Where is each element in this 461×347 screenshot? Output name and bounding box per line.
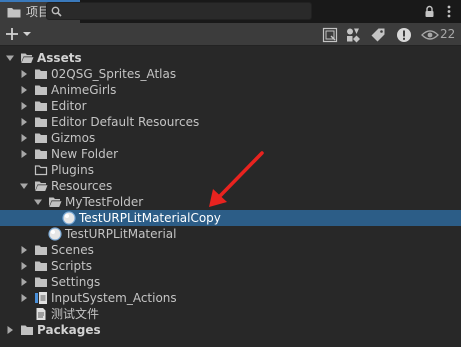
toolbar [0, 23, 461, 46]
collapsed-arrow-icon[interactable] [20, 246, 28, 254]
tree-item-label: Resources [51, 179, 113, 193]
tree-item-label: TestURPLitMaterialCopy [79, 211, 221, 225]
folder-icon [35, 277, 47, 287]
project-window: 项目 22 Assets 02QSG_Sprites_Atlas AnimeGi… [0, 0, 461, 347]
tree-item-label: Editor Default Resources [51, 115, 200, 129]
collapsed-arrow-icon[interactable] [20, 262, 28, 270]
tree-item[interactable]: Gizmos [0, 130, 461, 146]
tree-item-label: TestURPLitMaterial [65, 227, 177, 241]
collapsed-arrow-icon[interactable] [20, 294, 28, 302]
folder-icon [35, 149, 47, 159]
tree-item-label: InputSystem_Actions [51, 291, 177, 305]
collapsed-arrow-icon[interactable] [20, 150, 28, 158]
folder-icon [35, 261, 47, 271]
warning-icon[interactable] [394, 26, 414, 43]
tree-item[interactable]: Editor [0, 98, 461, 114]
folder-icon [35, 69, 47, 79]
material-icon [48, 227, 62, 241]
tree-item-label: Settings [51, 275, 101, 289]
collapsed-arrow-icon[interactable] [20, 70, 28, 78]
search-input[interactable] [46, 2, 312, 20]
tree-item[interactable]: 测试文件 [0, 306, 461, 322]
tree-item-label: 02QSG_Sprites_Atlas [51, 67, 177, 81]
project-tree: Assets 02QSG_Sprites_Atlas AnimeGirls Edito… [0, 46, 461, 347]
search-by-type-icon[interactable] [320, 26, 340, 43]
search-icon [51, 6, 62, 17]
folder-icon [35, 85, 47, 95]
tree-item-label: MyTestFolder [65, 195, 144, 209]
tree-item[interactable]: Editor Default Resources [0, 114, 461, 130]
tree-item-label: New Folder [51, 147, 119, 161]
tree-item[interactable]: Resources [0, 178, 461, 194]
folder-icon [7, 8, 21, 18]
tree-item[interactable]: Plugins [0, 162, 461, 178]
collapsed-arrow-icon[interactable] [20, 278, 28, 286]
collapsed-arrow-icon[interactable] [20, 102, 28, 110]
expanded-arrow-icon[interactable] [34, 198, 42, 206]
eye-icon[interactable] [420, 26, 440, 43]
tree-item-label: AnimeGirls [51, 83, 117, 97]
text-file-icon [36, 308, 46, 320]
hidden-count: 22 [440, 27, 456, 41]
tree-item[interactable]: InputSystem_Actions [0, 290, 461, 306]
tree-item[interactable]: Scenes [0, 242, 461, 258]
tree-item[interactable]: Scripts [0, 258, 461, 274]
tree-item[interactable]: AnimeGirls [0, 82, 461, 98]
tree-item[interactable]: TestURPLitMaterial [0, 226, 461, 242]
kebab-menu-icon[interactable] [442, 3, 456, 19]
folder-icon [21, 325, 33, 335]
tag-icon[interactable] [368, 26, 388, 43]
folder-icon [35, 117, 47, 127]
tree-item[interactable]: Settings [0, 274, 461, 290]
collapsed-arrow-icon[interactable] [20, 118, 28, 126]
folder-open-icon [21, 53, 34, 63]
folder-icon [35, 133, 47, 143]
tree-item-label: Scripts [51, 259, 93, 273]
tree-item-label: Assets [37, 51, 82, 65]
expanded-arrow-icon[interactable] [20, 182, 28, 190]
tree-item[interactable]: Assets [0, 50, 461, 66]
filter-type-icon[interactable] [343, 26, 363, 43]
tree-item[interactable]: Packages [0, 322, 461, 338]
tree-item[interactable]: MyTestFolder [0, 194, 461, 210]
material-icon [62, 211, 76, 225]
folder-open-icon [49, 197, 62, 207]
folder-icon [35, 245, 47, 255]
tree-item-label: Gizmos [51, 131, 96, 145]
tree-item-label: 测试文件 [51, 307, 100, 321]
folder-open-icon [35, 181, 48, 191]
tree-item[interactable]: New Folder [0, 146, 461, 162]
tree-item-label: Editor [51, 99, 87, 113]
folder-icon [35, 101, 47, 111]
collapsed-arrow-icon[interactable] [6, 326, 14, 334]
lock-icon[interactable] [422, 3, 436, 19]
tree-item-label: Plugins [51, 163, 94, 177]
add-button[interactable] [4, 25, 34, 43]
tree-item[interactable]: 02QSG_Sprites_Atlas [0, 66, 461, 82]
input-actions-icon [35, 292, 47, 304]
tree-item-label: Scenes [51, 243, 94, 257]
collapsed-arrow-icon[interactable] [20, 134, 28, 142]
tree-item-label: Packages [37, 323, 101, 337]
collapsed-arrow-icon[interactable] [20, 86, 28, 94]
expanded-arrow-icon[interactable] [6, 54, 14, 62]
tree-item[interactable]: TestURPLitMaterialCopy [0, 210, 461, 226]
empty-folder-icon [34, 165, 48, 176]
